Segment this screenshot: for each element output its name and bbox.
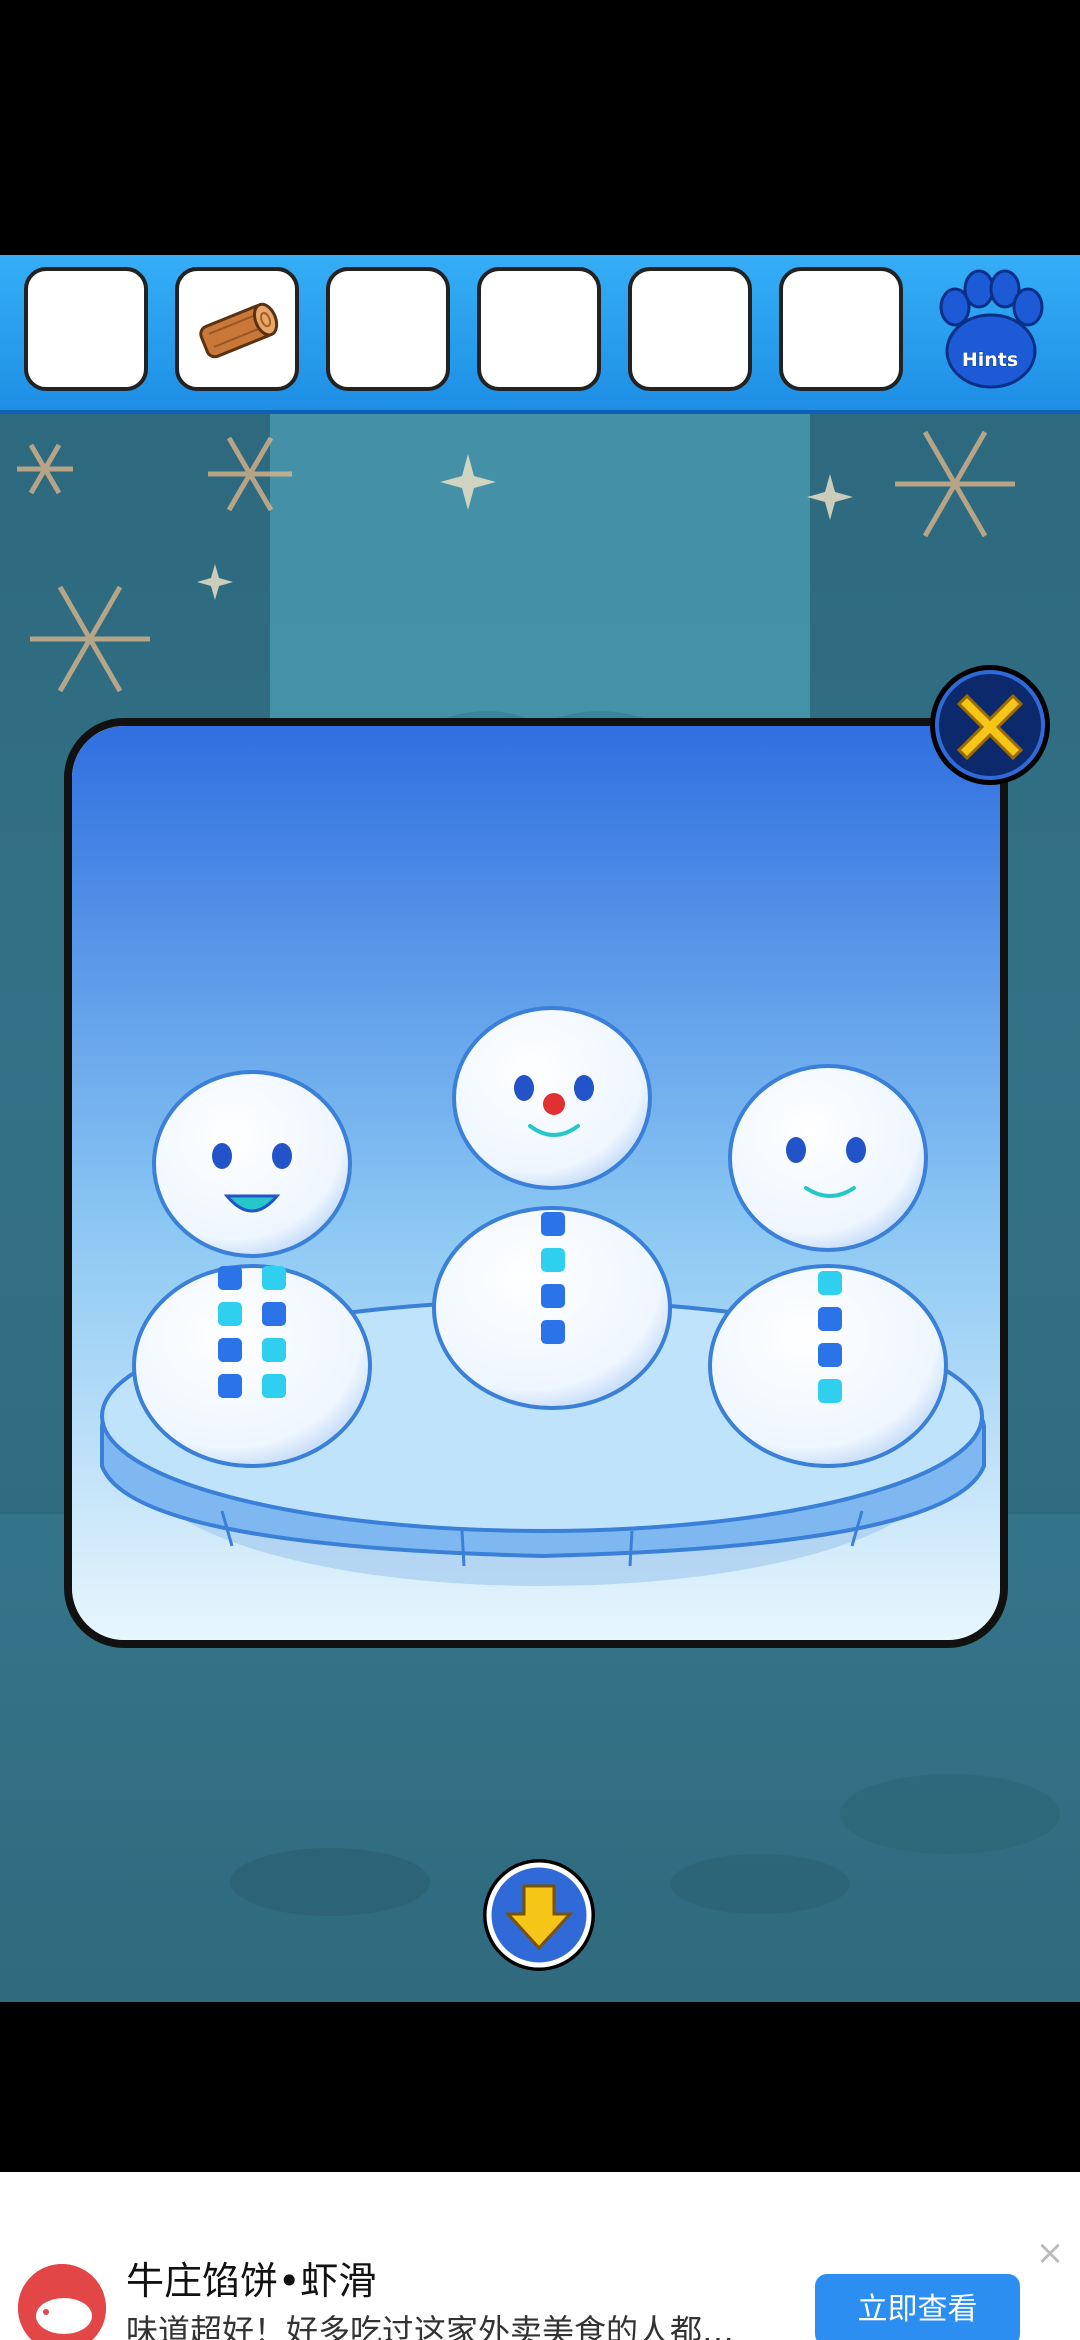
inventory-slot-6[interactable]: [779, 267, 903, 391]
hints-label: Hints: [961, 349, 1019, 372]
hedgehog-logo-icon: [18, 2264, 106, 2340]
snowmen-scene: [72, 726, 1000, 1640]
ad-close-icon[interactable]: ×: [1035, 2236, 1065, 2270]
inventory-slot-2[interactable]: [175, 267, 299, 391]
inventory-slot-4[interactable]: [477, 267, 601, 391]
zoom-panel: [64, 718, 1008, 1648]
ad-description: 味道超好！好多吃过这家外卖美食的人都…: [126, 2312, 735, 2340]
inventory-bar: Hints: [0, 255, 1080, 414]
inventory-slot-5[interactable]: [628, 267, 752, 391]
game-scene: [0, 414, 1080, 2002]
paw-icon: [939, 269, 1044, 389]
wooden-log-icon: [199, 302, 279, 359]
close-icon: [930, 665, 1050, 785]
letterbox-bottom: [0, 2002, 1080, 2172]
hints-button[interactable]: Hints: [925, 265, 1055, 395]
inventory-slot-1[interactable]: [24, 267, 148, 391]
ad-cta-button[interactable]: 立即查看: [815, 2274, 1020, 2340]
inventory-slot-3[interactable]: [326, 267, 450, 391]
ad-banner[interactable]: 牛庄馅饼•虾滑 味道超好！好多吃过这家外卖美食的人都… 立即查看 ×: [0, 2172, 1080, 2340]
status-bar-area: [0, 0, 1080, 255]
close-button[interactable]: [925, 660, 1055, 790]
ad-title: 牛庄馅饼•虾滑: [126, 2259, 377, 2303]
ad-avatar: [18, 2264, 106, 2340]
arrow-down-icon: [483, 1859, 595, 1971]
back-down-button[interactable]: [480, 1856, 598, 1974]
